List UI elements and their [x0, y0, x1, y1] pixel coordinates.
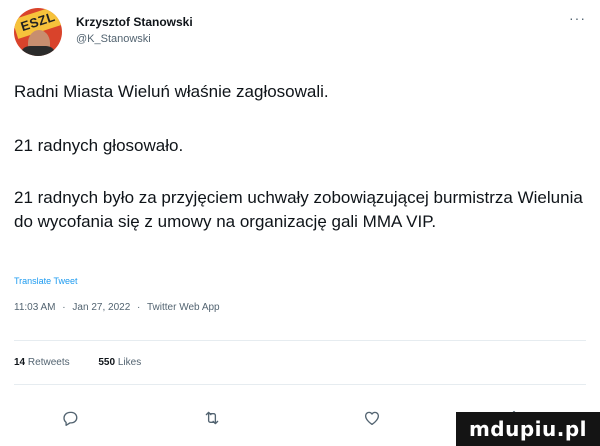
heart-icon: [364, 411, 380, 426]
retweet-icon: [205, 411, 219, 425]
likes-label: Likes: [117, 357, 142, 368]
retweet-button[interactable]: [198, 404, 226, 432]
tweet: ESZL Krzysztof Stanowski @K_Stanowski ··…: [0, 0, 600, 446]
likes-stat[interactable]: 550 Likes: [98, 357, 141, 368]
retweets-count: 14: [14, 357, 26, 368]
tweet-time[interactable]: 11:03 AM: [14, 302, 56, 313]
tweet-source[interactable]: Twitter Web App: [147, 302, 220, 313]
tweet-header: ESZL Krzysztof Stanowski @K_Stanowski ··…: [14, 8, 586, 58]
divider: [14, 384, 586, 385]
meta-separator: ·: [137, 302, 141, 313]
retweets-stat[interactable]: 14 Retweets: [14, 357, 72, 368]
translate-tweet-link[interactable]: Translate Tweet: [14, 276, 78, 286]
meta-separator: ·: [62, 302, 66, 313]
reply-button[interactable]: [56, 404, 84, 432]
likes-count: 550: [98, 357, 116, 368]
more-horizontal-icon[interactable]: ···: [569, 10, 586, 26]
tweet-paragraph-1: Radni Miasta Wieluń właśnie zagłosowali.: [14, 82, 329, 101]
divider: [14, 340, 586, 341]
author-name[interactable]: Krzysztof Stanowski: [76, 15, 193, 29]
tweet-paragraph-3: 21 radnych było za przyjęciem uchwały zo…: [14, 188, 583, 231]
tweet-meta: 11:03 AM · Jan 27, 2022 · Twitter Web Ap…: [14, 302, 224, 313]
author-handle[interactable]: @K_Stanowski: [76, 33, 151, 45]
retweets-label: Retweets: [27, 357, 70, 368]
tweet-paragraph-2: 21 radnych głosowało.: [14, 136, 184, 155]
avatar[interactable]: ESZL: [14, 8, 62, 56]
avatar-shirt: [20, 46, 56, 56]
tweet-date[interactable]: Jan 27, 2022: [72, 302, 130, 313]
watermark-logo: mdupiu.pl: [456, 412, 600, 446]
tweet-stats: 14 Retweets 550 Likes: [14, 357, 167, 368]
reply-icon: [63, 411, 78, 426]
like-button[interactable]: [358, 404, 386, 432]
